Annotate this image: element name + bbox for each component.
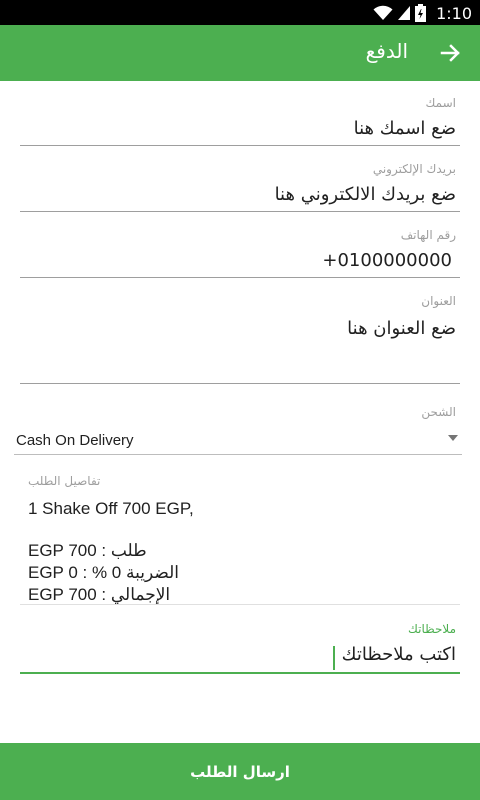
order-details-divider: [20, 604, 460, 605]
order-summary: EGP 700 : طلب EGP 0 : % 0 الضريبة EGP 70…: [28, 540, 179, 606]
name-input[interactable]: ضع اسمك هنا: [20, 118, 460, 139]
phone-field[interactable]: رقم الهاتف +0100000000: [20, 228, 460, 280]
order-subtotal-line: EGP 700 : طلب: [28, 541, 147, 560]
order-details: تفاصيل الطلب 1 Shake Off 700 EGP, EGP 70…: [20, 470, 460, 606]
shipping-selected-value: Cash On Delivery: [16, 432, 134, 449]
submit-order-label: ارسال الطلب: [190, 762, 290, 781]
app-bar: الدفع: [0, 25, 480, 81]
notes-underline: [20, 672, 460, 674]
wifi-icon: [373, 5, 393, 20]
email-underline: [20, 211, 460, 212]
status-icons: 1:10: [373, 3, 472, 23]
shipping-label: الشحن: [421, 405, 456, 419]
order-tax-line: EGP 0 : % 0 الضريبة: [28, 563, 179, 582]
name-field[interactable]: اسمك ضع اسمك هنا: [20, 96, 460, 148]
address-field[interactable]: العنوان ضع العنوان هنا: [20, 294, 460, 386]
phone-label: رقم الهاتف: [400, 228, 456, 242]
email-label: بريدك الإلكتروني: [372, 162, 456, 176]
order-details-label: تفاصيل الطلب: [28, 474, 101, 488]
phone-underline: [20, 277, 460, 278]
battery-icon: [415, 4, 427, 22]
dropdown-arrow-icon: [448, 435, 458, 441]
status-time: 1:10: [436, 3, 472, 23]
email-field[interactable]: بريدك الإلكتروني ضع بريدك الالكتروني هنا: [20, 162, 460, 214]
shipping-underline: [14, 454, 462, 455]
address-input[interactable]: ضع العنوان هنا: [20, 318, 460, 339]
address-label: العنوان: [421, 294, 456, 308]
name-underline: [20, 145, 460, 146]
status-bar: 1:10: [0, 0, 480, 25]
text-cursor: [333, 646, 335, 670]
shipping-select[interactable]: Cash On Delivery: [14, 428, 462, 456]
order-item-line: 1 Shake Off 700 EGP,: [28, 499, 194, 518]
back-arrow-icon[interactable]: [436, 39, 464, 67]
notes-label: ملاحظاتك: [408, 622, 456, 636]
page-title: الدفع: [365, 39, 408, 63]
name-label: اسمك: [425, 96, 456, 110]
address-underline: [20, 383, 460, 384]
order-total-line: EGP 700 : الإجمالي: [28, 585, 171, 604]
notes-field[interactable]: ملاحظاتك اكتب ملاحظاتك: [20, 620, 460, 676]
email-input[interactable]: ضع بريدك الالكتروني هنا: [20, 184, 460, 205]
notes-input[interactable]: اكتب ملاحظاتك: [342, 644, 456, 665]
phone-input[interactable]: +0100000000: [20, 250, 460, 271]
signal-icon: [398, 6, 411, 20]
submit-order-button[interactable]: ارسال الطلب: [0, 743, 480, 800]
